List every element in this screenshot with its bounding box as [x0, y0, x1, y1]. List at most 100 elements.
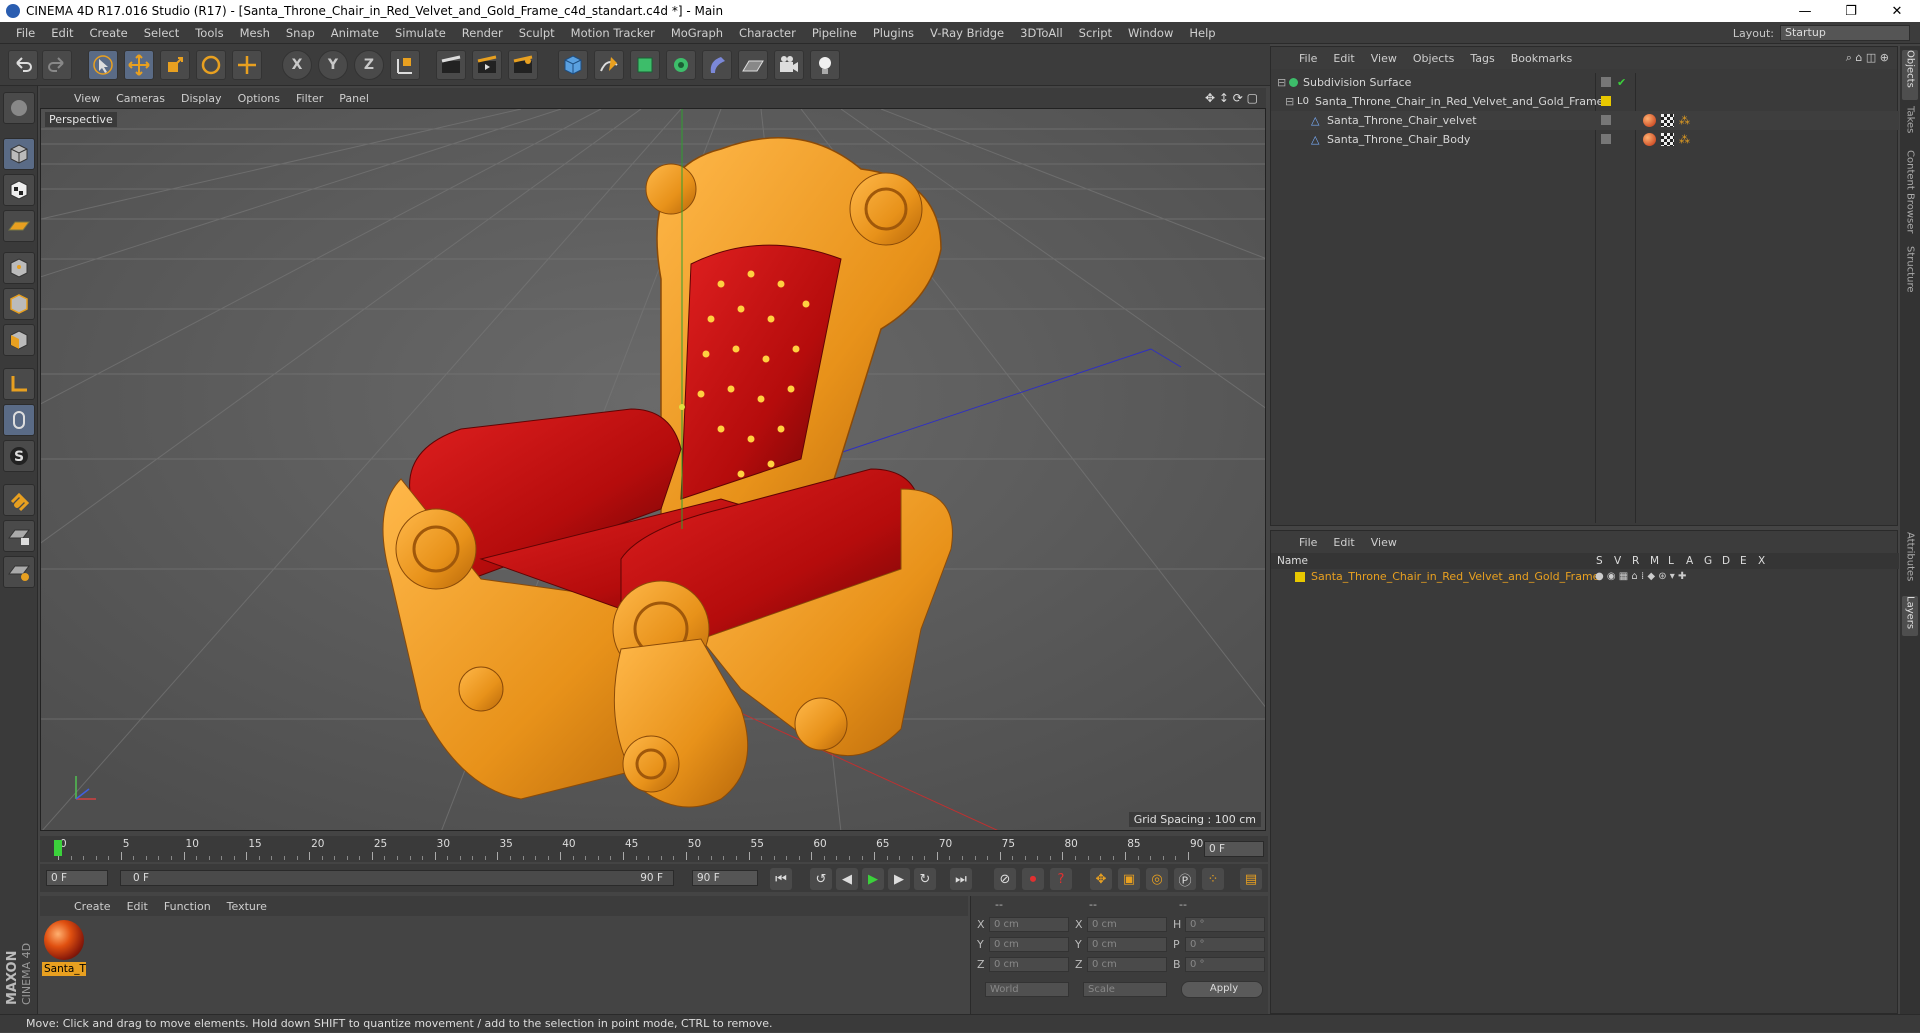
viewport-menu-panel[interactable]: Panel	[331, 92, 377, 105]
floor-button[interactable]	[738, 50, 768, 80]
om-search-home-icons[interactable]: ⌕ ⌂ ◫ ⊕	[1846, 51, 1889, 65]
viewport-menu-view[interactable]: View	[66, 92, 108, 105]
tab-objects[interactable]: Objects	[1902, 50, 1918, 100]
size-z-field[interactable]: 0 cm	[1087, 957, 1167, 972]
axis-mode-button[interactable]	[3, 368, 35, 400]
viewport-menu-options[interactable]: Options	[230, 92, 288, 105]
material-tag-icon[interactable]	[1643, 133, 1656, 146]
workplane-mode-button[interactable]	[3, 210, 35, 242]
scale-tool[interactable]	[160, 50, 190, 80]
om-menu-tags[interactable]: Tags	[1462, 52, 1502, 65]
uvw-tag-icon[interactable]	[1661, 133, 1674, 146]
current-frame-field[interactable]: 0 F	[1204, 841, 1264, 857]
mograph-cloner-button[interactable]	[666, 50, 696, 80]
tab-layers[interactable]: Layers	[1902, 596, 1918, 636]
previous-frame-button[interactable]: ◀	[836, 868, 858, 890]
uvw-tag-icon[interactable]	[1661, 114, 1674, 127]
layer-swatch-icon[interactable]	[1601, 134, 1611, 144]
coordinate-mode-select[interactable]: World	[985, 982, 1069, 997]
minimize-button[interactable]: —	[1782, 0, 1828, 22]
move-tool[interactable]	[124, 50, 154, 80]
phong-tag-icon[interactable]: ⁂	[1679, 130, 1690, 149]
light-button[interactable]	[810, 50, 840, 80]
go-to-start-button[interactable]: ⏮	[770, 868, 792, 890]
lm-menu-edit[interactable]: Edit	[1325, 536, 1362, 549]
menu-simulate[interactable]: Simulate	[387, 26, 454, 40]
menu-vray-bridge[interactable]: V-Ray Bridge	[922, 26, 1012, 40]
collapse-icon[interactable]: ⊟	[1285, 92, 1294, 111]
spline-pen-button[interactable]	[594, 50, 624, 80]
rot-h-field[interactable]: 0 °	[1185, 917, 1265, 932]
size-mode-select[interactable]: Scale	[1083, 982, 1167, 997]
material-menu-texture[interactable]: Texture	[219, 900, 275, 913]
phong-tag-icon[interactable]: ⁂	[1679, 111, 1690, 130]
menu-file[interactable]: File	[8, 26, 43, 40]
key-parameter-button[interactable]: Ⓟ	[1174, 868, 1196, 890]
go-to-end-button[interactable]: ⏭	[950, 868, 972, 890]
x-axis-lock[interactable]: X	[282, 50, 312, 80]
start-frame-field[interactable]: 0 F	[46, 870, 108, 886]
om-menu-objects[interactable]: Objects	[1405, 52, 1463, 65]
next-frame-button[interactable]: ▶	[888, 868, 910, 890]
subdivision-surface-button[interactable]	[630, 50, 660, 80]
record-keys-off-button[interactable]: ⊘	[994, 868, 1016, 890]
material-menu-edit[interactable]: Edit	[119, 900, 156, 913]
material-menu-function[interactable]: Function	[156, 900, 219, 913]
menu-animate[interactable]: Animate	[323, 26, 387, 40]
object-row-throne-null[interactable]: ⊟ L0 Santa_Throne_Chair_in_Red_Velvet_an…	[1271, 92, 1899, 111]
next-key-button[interactable]: ↻	[914, 868, 936, 890]
deformer-button[interactable]	[702, 50, 732, 80]
workplane-lock-button[interactable]	[3, 520, 35, 552]
object-row-velvet[interactable]: △ Santa_Throne_Chair_velvet ⁂	[1271, 111, 1899, 130]
material-menu-create[interactable]: Create	[66, 900, 119, 913]
end-frame-field[interactable]: 90 F	[692, 870, 758, 886]
layout-select[interactable]: Startup	[1780, 25, 1910, 41]
menu-tools[interactable]: Tools	[187, 26, 231, 40]
menu-script[interactable]: Script	[1071, 26, 1120, 40]
workplane-snap-button[interactable]	[3, 556, 35, 588]
layer-row[interactable]: Santa_Throne_Chair_in_Red_Velvet_and_Gol…	[1271, 569, 1899, 585]
edges-mode-button[interactable]	[3, 288, 35, 320]
tab-structure[interactable]: Structure	[1902, 246, 1918, 302]
z-axis-lock[interactable]: Z	[354, 50, 384, 80]
rotate-tool[interactable]	[196, 50, 226, 80]
camera-button[interactable]	[774, 50, 804, 80]
menu-plugins[interactable]: Plugins	[865, 26, 922, 40]
menu-character[interactable]: Character	[731, 26, 804, 40]
object-row-subdivision-surface[interactable]: ⊟ Subdivision Surface ✔	[1271, 73, 1899, 92]
tweak-mode-button[interactable]	[3, 404, 35, 436]
play-button[interactable]: ▶	[862, 868, 884, 890]
model-mode-button[interactable]	[3, 138, 35, 170]
viewport-menu-cameras[interactable]: Cameras	[108, 92, 173, 105]
menu-mograph[interactable]: MoGraph	[663, 26, 731, 40]
layer-flag-icons[interactable]: ● ◉ ▦ ⌂ ⁞ ◆ ⊛ ▾ ✚	[1595, 569, 1686, 585]
pos-y-field[interactable]: 0 cm	[989, 937, 1069, 952]
points-mode-button[interactable]	[3, 252, 35, 284]
maximize-button[interactable]: ❐	[1828, 0, 1874, 22]
menu-snap[interactable]: Snap	[278, 26, 323, 40]
viewport-camera-label[interactable]: Perspective	[45, 112, 117, 127]
menu-motion-tracker[interactable]: Motion Tracker	[563, 26, 663, 40]
menu-sculpt[interactable]: Sculpt	[511, 26, 563, 40]
timeline-ruler[interactable]: 0 5 10 15 20 25 30 35 40 45 50 55 60 65 70 75 80 85 90 0 F	[40, 836, 1268, 862]
layer-swatch-icon[interactable]	[1601, 115, 1611, 125]
polygons-mode-button[interactable]	[3, 324, 35, 356]
layer-color-tag[interactable]	[1601, 96, 1611, 106]
lm-menu-file[interactable]: File	[1291, 536, 1325, 549]
tab-attributes[interactable]: Attributes	[1902, 532, 1918, 592]
coordinate-system-button[interactable]	[390, 50, 420, 80]
material-tag-icon[interactable]	[1643, 114, 1656, 127]
key-pla-button[interactable]: ⁘	[1202, 868, 1224, 890]
om-menu-edit[interactable]: Edit	[1325, 52, 1362, 65]
live-selection-tool[interactable]	[88, 50, 118, 80]
object-row-body[interactable]: △ Santa_Throne_Chair_Body ⁂	[1271, 130, 1899, 149]
previous-key-button[interactable]: ↺	[810, 868, 832, 890]
lm-menu-view[interactable]: View	[1363, 536, 1405, 549]
cube-primitive-button[interactable]	[558, 50, 588, 80]
pos-x-field[interactable]: 0 cm	[989, 917, 1069, 932]
rot-b-field[interactable]: 0 °	[1185, 957, 1265, 972]
solo-button[interactable]: S	[3, 440, 35, 472]
size-y-field[interactable]: 0 cm	[1087, 937, 1167, 952]
menu-3dtoall[interactable]: 3DToAll	[1012, 26, 1071, 40]
pos-z-field[interactable]: 0 cm	[989, 957, 1069, 972]
